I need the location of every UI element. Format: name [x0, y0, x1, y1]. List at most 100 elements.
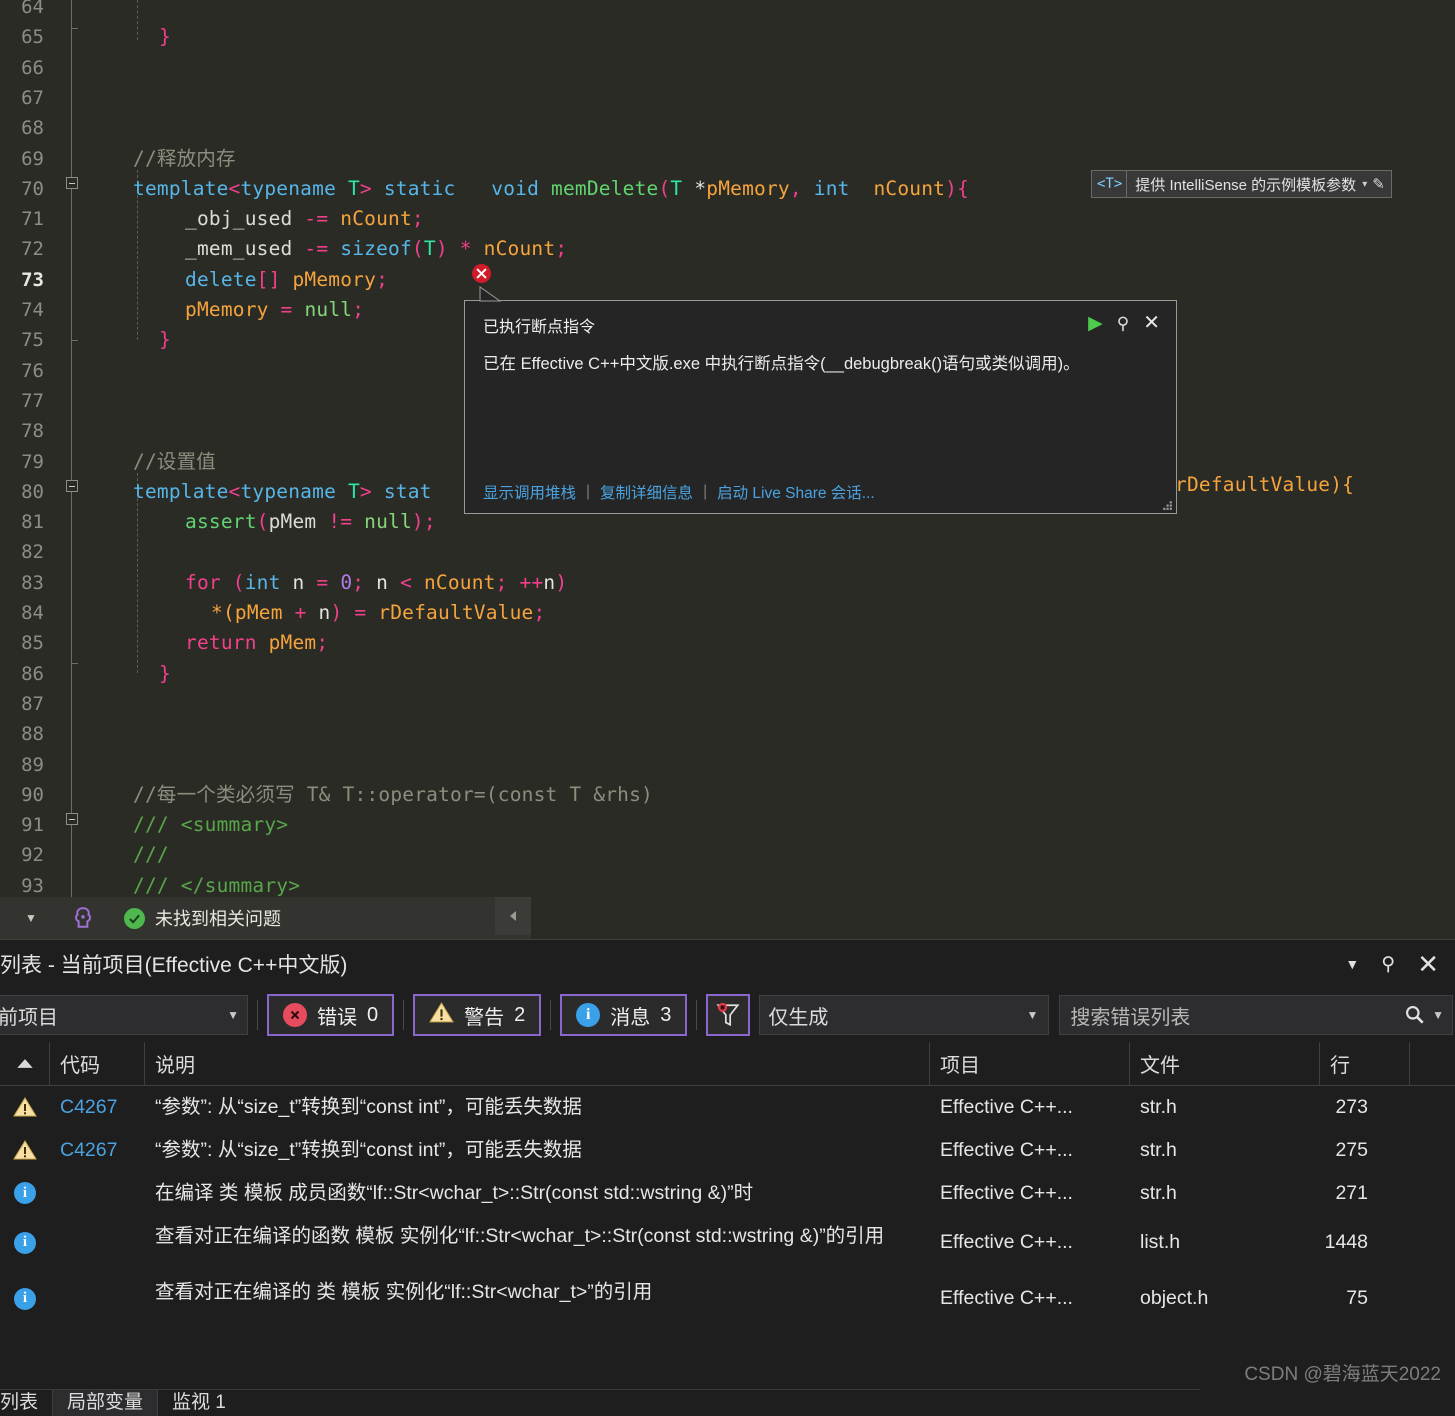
pin-icon[interactable]: ⚲: [1381, 955, 1395, 974]
tab-locals[interactable]: 局部变量: [52, 1390, 159, 1416]
code-token: }: [159, 661, 171, 685]
code-token: =: [280, 298, 293, 321]
code-token: (: [256, 510, 269, 534]
panel-title: 列表 - 当前项目(Effective C++中文版): [0, 954, 348, 977]
code-token: ++: [519, 570, 544, 594]
column-header-file[interactable]: 文件: [1130, 1042, 1320, 1085]
cell-code: C4267: [60, 1095, 118, 1118]
cell-description: 在编译 类 模板 成员函数“lf::Str<wchar_t>::Str(cons…: [155, 1181, 754, 1204]
code-token: =: [316, 570, 329, 594]
table-row[interactable]: i 查看对正在编译的函数 模板 实例化“lf::Str<wchar_t>::Str…: [0, 1215, 1455, 1271]
toggle-errors[interactable]: 错误 0: [267, 994, 395, 1036]
show-call-stack-link[interactable]: 显示调用堆栈: [483, 481, 576, 503]
exception-popup[interactable]: 已执行断点指令 ▶ ⚲ ✕ 已在 Effective C++中文版.exe 中执…: [464, 300, 1177, 514]
close-icon[interactable]: ✕: [1417, 951, 1439, 977]
sort-ascending-icon[interactable]: [0, 1042, 50, 1085]
code-token: T: [670, 176, 683, 200]
error-circle-icon: [283, 1003, 307, 1027]
code-token: ): [435, 237, 448, 261]
chevron-down-icon[interactable]: ▼: [1432, 1008, 1444, 1022]
error-list-table[interactable]: 代码 说明 项目 文件 行 C4267 “参数”: 从“size_t”转换到“co…: [0, 1042, 1455, 1327]
copy-details-link[interactable]: 复制详细信息: [600, 481, 693, 503]
search-input[interactable]: 搜索错误列表 ▼: [1059, 995, 1453, 1035]
code-token: T& T::operator=(const T &rhs): [306, 782, 653, 806]
table-body[interactable]: C4267 “参数”: 从“size_t”转换到“const int”，可能丢失数…: [0, 1086, 1455, 1327]
code-token: pMemory: [185, 298, 269, 321]
table-row[interactable]: C4267 “参数”: 从“size_t”转换到“const int”，可能丢失数…: [0, 1086, 1455, 1129]
table-row[interactable]: i 查看对正在编译的 类 模板 实例化“lf::Str<wchar_t>”的引用 E…: [0, 1271, 1455, 1327]
column-header-line[interactable]: 行: [1320, 1042, 1410, 1085]
error-list-panel[interactable]: 列表 - 当前项目(Effective C++中文版) ▼ ⚲ ✕ 前项目 ▼ …: [0, 939, 1455, 1416]
code-token: T: [423, 237, 436, 261]
code-line-69: //释放内存: [133, 144, 236, 174]
chevron-down-icon[interactable]: ▼: [0, 897, 62, 939]
watermark: CSDN @碧海蓝天2022: [1244, 1364, 1441, 1385]
chevron-down-icon[interactable]: ▼: [1345, 957, 1359, 971]
code-token: //每一个类必须写: [133, 782, 307, 806]
pin-icon[interactable]: ⚲: [1117, 315, 1129, 332]
cell-project: Effective C++...: [940, 1181, 1073, 1204]
exception-title: 已执行断点指令: [483, 319, 596, 336]
filter-button[interactable]: [706, 994, 751, 1036]
tab-error-list[interactable]: 列表: [0, 1390, 52, 1416]
code-token: ): [411, 510, 424, 534]
start-live-share-link[interactable]: 启动 Live Share 会话...: [717, 481, 875, 503]
code-token: int: [244, 570, 281, 594]
code-token: sizeof: [340, 237, 412, 261]
code-token: T: [347, 176, 360, 200]
build-scope-combo[interactable]: 仅生成 ▼: [759, 995, 1050, 1035]
code-token: memDelete: [551, 176, 659, 200]
chevron-down-icon[interactable]: ▼: [1026, 1008, 1038, 1022]
info-circle-icon: i: [14, 1287, 36, 1310]
code-token: []: [256, 267, 281, 291]
left-arrow-icon[interactable]: [495, 897, 531, 935]
code-line-90: //每一个类必须写 T& T::operator=(const T &rhs): [133, 780, 653, 810]
code-token: template: [133, 176, 229, 200]
table-row[interactable]: C4267 “参数”: 从“size_t”转换到“const int”，可能丢失数…: [0, 1129, 1455, 1172]
pencil-icon[interactable]: ✎: [1372, 175, 1391, 193]
info-circle-icon: i: [0, 1172, 50, 1215]
code-token: {: [957, 176, 970, 200]
column-header-project[interactable]: 项目: [930, 1042, 1130, 1085]
code-editor[interactable]: 64 65 66 67 68 69 70 71 72 73 74 75 76 77 78 79 80 81 82 83…: [0, 0, 1455, 897]
toggle-messages[interactable]: i 消息 3: [560, 994, 688, 1036]
play-icon[interactable]: ▶: [1088, 314, 1103, 333]
cell-code: [50, 1271, 145, 1327]
code-token: typename: [240, 176, 337, 200]
code-token: stat: [371, 479, 432, 503]
code-token: <: [228, 176, 241, 200]
column-header-suppression[interactable]: [1410, 1042, 1455, 1085]
editor-status-bar: ▼ 未找到相关问题: [0, 897, 1455, 939]
code-token: static: [371, 176, 492, 200]
resize-grip-icon[interactable]: [1160, 498, 1173, 511]
code-token: //设置值: [133, 449, 216, 473]
toggle-warnings[interactable]: 警告 2: [413, 994, 542, 1036]
column-header-code[interactable]: 代码: [50, 1042, 145, 1085]
chevron-down-icon[interactable]: ▼: [227, 1008, 239, 1022]
intellicode-icon[interactable]: [62, 897, 104, 939]
cell-file: str.h: [1140, 1095, 1177, 1118]
code-token: ;: [352, 570, 377, 594]
column-header-description[interactable]: 说明: [145, 1042, 930, 1085]
exception-links: 显示调用堆栈 | 复制详细信息 | 启动 Live Share 会话...: [465, 481, 1176, 503]
scope-combo[interactable]: 前项目 ▼: [0, 995, 248, 1035]
code-token: null: [364, 510, 412, 534]
table-row[interactable]: i 在编译 类 模板 成员函数“lf::Str<wchar_t>::Str(con…: [0, 1172, 1455, 1215]
chevron-down-icon[interactable]: ▾: [1360, 179, 1372, 190]
panel-tab-strip[interactable]: 列表 局部变量 监视 1: [0, 1390, 1455, 1416]
code-token: for: [185, 570, 221, 594]
close-icon[interactable]: ✕: [1143, 313, 1160, 333]
search-icon[interactable]: [1404, 1004, 1426, 1026]
cell-file: object.h: [1140, 1287, 1209, 1310]
intellisense-template-param-hint[interactable]: <T> 提供 IntelliSense 的示例模板参数 ▾ ✎: [1091, 170, 1392, 198]
code-token: nCount: [423, 570, 496, 594]
code-token: int: [813, 176, 850, 200]
callout-pointer: [479, 286, 502, 302]
cell-description: “参数”: 从“size_t”转换到“const int”，可能丢失数据: [155, 1096, 582, 1118]
error-list-toolbar[interactable]: 前项目 ▼ 错误 0 警告 2 i 消息 3 仅生成 ▼ 搜索错误列表 ▼: [0, 988, 1455, 1042]
tab-watch-1[interactable]: 监视 1: [158, 1390, 240, 1416]
